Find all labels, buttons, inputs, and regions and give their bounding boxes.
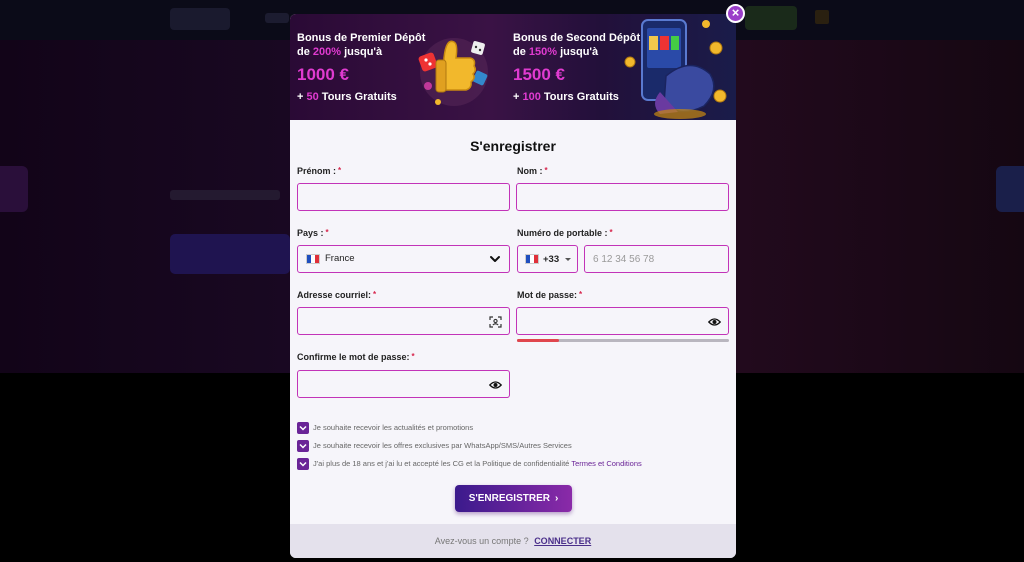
- pays-label-text: Pays :: [297, 228, 324, 238]
- phone-label-text: Numéro de portable :: [517, 228, 608, 238]
- autofill-scan-icon[interactable]: [489, 316, 502, 328]
- country-select[interactable]: France: [297, 245, 510, 273]
- password-label-text: Mot de passe:: [517, 290, 578, 300]
- prenom-field[interactable]: [297, 183, 510, 211]
- prenom-label: Prénom : *: [297, 166, 341, 176]
- terms-checkbox[interactable]: [297, 458, 309, 470]
- bonus-rate-prefix: de: [297, 46, 313, 58]
- france-flag-icon: [525, 254, 539, 264]
- carousel-prev-icon: [0, 166, 28, 212]
- confirm-password-label: Confirme le mot de passe: *: [297, 352, 415, 362]
- check-icon: [299, 425, 307, 431]
- email-label: Adresse courriel: *: [297, 290, 376, 300]
- country-code-value: +33: [543, 254, 560, 265]
- spins-suffix: Tours Gratuits: [318, 91, 397, 103]
- hero-subtitle: [170, 190, 280, 200]
- pays-label: Pays : *: [297, 228, 329, 238]
- site-logo: [170, 8, 230, 30]
- prenom-label-text: Prénom :: [297, 166, 337, 176]
- nav-item: [265, 13, 289, 23]
- eye-icon[interactable]: [489, 379, 502, 391]
- page-title: S'enregistrer: [470, 138, 556, 154]
- terms-checkbox-label: J'ai plus de 18 ans et j'ai lu et accept…: [313, 459, 642, 468]
- slot-phone-illustration: [624, 19, 727, 119]
- confirm-password-label-text: Confirme le mot de passe:: [297, 352, 410, 362]
- spins-suffix: Tours Gratuits: [540, 91, 619, 103]
- check-icon: [299, 461, 307, 467]
- login-link[interactable]: CONNECTER: [534, 536, 591, 546]
- modal-footer: Avez-vous un compte ? CONNECTER: [290, 524, 736, 558]
- thumbs-up-casino-illustration: [418, 38, 488, 106]
- required-mark: *: [411, 352, 415, 361]
- footer-prompt: Avez-vous un compte ? CONNECTER: [290, 536, 736, 546]
- background-login-button: [745, 6, 797, 30]
- password-field[interactable]: [516, 307, 729, 335]
- carousel-next-icon: [996, 166, 1024, 212]
- newsletter-checkbox[interactable]: [297, 422, 309, 434]
- terms-text: J'ai plus de 18 ans et j'ai lu et accept…: [313, 459, 570, 468]
- phone-label: Numéro de portable : *: [517, 228, 613, 238]
- bonus-title: Bonus de Premier Dépôt: [297, 32, 426, 44]
- prenom-input[interactable]: [298, 184, 509, 210]
- spins-count: 100: [522, 91, 541, 103]
- nom-field[interactable]: [516, 183, 729, 211]
- bonus-banner: Bonus de Premier Dépôt de 200% jusqu'à 1…: [290, 14, 736, 120]
- language-flag-icon: [815, 10, 829, 24]
- nom-label: Nom : *: [517, 166, 548, 176]
- required-mark: *: [338, 166, 342, 175]
- email-label-text: Adresse courriel:: [297, 290, 372, 300]
- chevron-right-icon: ›: [554, 493, 559, 504]
- france-flag-icon: [306, 254, 320, 264]
- nom-input[interactable]: [517, 184, 728, 210]
- required-mark: *: [325, 228, 329, 237]
- chevron-down-icon: [490, 256, 500, 262]
- password-input[interactable]: [517, 308, 728, 334]
- country-code-select[interactable]: +33: [517, 245, 578, 273]
- password-strength-bar: [517, 339, 729, 342]
- confirm-password-field[interactable]: [297, 370, 510, 398]
- email-field[interactable]: [297, 307, 510, 335]
- register-modal: Bonus de Premier Dépôt de 200% jusqu'à 1…: [290, 14, 736, 558]
- bonus-rate-suffix: jusqu'à: [341, 46, 383, 58]
- check-icon: [299, 443, 307, 449]
- close-icon[interactable]: ×: [726, 4, 745, 23]
- first-deposit-bonus: Bonus de Premier Dépôt de 200% jusqu'à 1…: [297, 31, 425, 104]
- whatsapp-checkbox-label: Je souhaite recevoir les offres exclusiv…: [313, 441, 572, 450]
- bonus-rate-prefix: de: [513, 46, 529, 58]
- bonus-rate-suffix: jusqu'à: [557, 46, 599, 58]
- whatsapp-checkbox[interactable]: [297, 440, 309, 452]
- register-button[interactable]: S'ENREGISTRER ›: [455, 485, 572, 512]
- phone-field[interactable]: [584, 245, 729, 273]
- password-label: Mot de passe: *: [517, 290, 582, 300]
- hero-button: [170, 234, 290, 274]
- eye-icon[interactable]: [708, 316, 721, 328]
- footer-question: Avez-vous un compte ?: [434, 536, 529, 546]
- nom-label-text: Nom :: [517, 166, 543, 176]
- country-select-value: France: [325, 253, 355, 264]
- bonus-rate: 150%: [528, 46, 558, 58]
- required-mark: *: [579, 290, 583, 299]
- phone-input[interactable]: [585, 246, 728, 272]
- spins-count: 50: [306, 91, 319, 103]
- newsletter-checkbox-label: Je souhaite recevoir les actualités et p…: [313, 423, 474, 432]
- required-mark: *: [544, 166, 548, 175]
- bonus-amount: 1000 €: [297, 65, 349, 84]
- terms-link[interactable]: Termes et Conditions: [571, 459, 641, 468]
- required-mark: *: [373, 290, 377, 299]
- password-strength-fill: [517, 339, 560, 342]
- confirm-password-input[interactable]: [298, 371, 509, 397]
- caret-down-icon: [565, 258, 571, 261]
- bonus-rate: 200%: [312, 46, 342, 58]
- bonus-spins: + 50 Tours Gratuits: [297, 90, 425, 104]
- register-button-label: S'ENREGISTRER: [468, 493, 550, 504]
- email-input[interactable]: [298, 308, 509, 334]
- required-mark: *: [609, 228, 613, 237]
